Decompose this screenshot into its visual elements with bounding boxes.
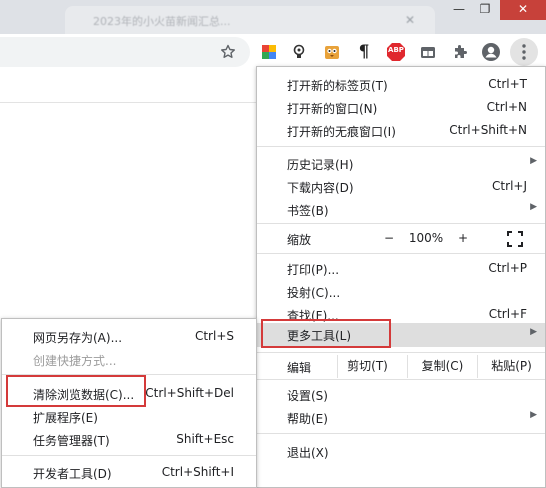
menu-item-shortcut: Ctrl+T [488, 77, 527, 91]
menu-separator [257, 253, 545, 254]
highlight-box-more-tools [261, 319, 391, 348]
menu-item-label: 打开新的无痕窗口(I) [287, 125, 396, 139]
menu-item-label: 网页另存为(A)... [33, 331, 123, 345]
fullscreen-icon[interactable] [507, 231, 523, 247]
title-bar: 2023年的小火苗新闻汇总... ✕ — ❐ ✕ [0, 0, 546, 34]
submenu-item-developer-tools[interactable]: 开发者工具(D) Ctrl+Shift+I [2, 461, 256, 484]
menu-item-print[interactable]: 打印(P)... Ctrl+P [257, 257, 545, 280]
menu-item-label: 任务管理器(T) [33, 434, 110, 448]
menu-item-label: 创建快捷方式... [33, 354, 117, 368]
menu-item-label: 历史记录(H) [287, 158, 354, 172]
translate-glyph: ¶ [358, 42, 370, 62]
menu-item-label: 帮助(E) [287, 412, 328, 426]
menu-separator [257, 433, 545, 434]
tab-title: 2023年的小火苗新闻汇总... [93, 15, 231, 28]
menu-item-help[interactable]: 帮助(E) ▶ [257, 406, 545, 429]
extension-owl-icon[interactable] [320, 40, 344, 64]
page-divider [0, 102, 258, 103]
menu-item-label: 打印(P)... [287, 263, 340, 277]
cut-button[interactable]: 剪切(T) [337, 355, 397, 378]
menu-item-label: 下载内容(D) [287, 181, 354, 195]
adblock-label: ABP [388, 46, 404, 54]
submenu-arrow-icon: ▶ [530, 202, 537, 212]
menu-item-label: 扩展程序(E) [33, 411, 98, 425]
menu-item-label: 设置(S) [287, 389, 328, 403]
submenu-arrow-icon: ▶ [530, 327, 537, 337]
chrome-main-menu: 打开新的标签页(T) Ctrl+T 打开新的窗口(N) Ctrl+N 打开新的无… [256, 66, 546, 488]
menu-item-shortcut: Ctrl+N [486, 100, 527, 114]
extensions-puzzle-icon[interactable] [448, 40, 472, 64]
close-window-button[interactable]: ✕ [500, 0, 546, 20]
browser-toolbar: ¶ ABP [0, 34, 546, 70]
menu-item-label: 打开新的窗口(N) [287, 102, 378, 116]
extension-translate-icon[interactable]: ¶ [352, 40, 376, 64]
profile-avatar-icon[interactable] [479, 40, 503, 64]
extension-colorful-icon[interactable] [257, 40, 281, 64]
zoom-level-value: 100% [408, 231, 444, 245]
menu-item-new-tab[interactable]: 打开新的标签页(T) Ctrl+T [257, 73, 545, 96]
extension-bulb-icon[interactable] [287, 40, 311, 64]
submenu-item-create-shortcut: 创建快捷方式... [2, 348, 256, 371]
menu-edit-row: 编辑 剪切(T) 复制(C) 粘贴(P) [257, 355, 545, 378]
copy-button[interactable]: 复制(C) [407, 355, 477, 378]
submenu-item-extensions[interactable]: 扩展程序(E) [2, 405, 256, 428]
browser-tab[interactable]: 2023年的小火苗新闻汇总... ✕ [65, 6, 435, 34]
edit-label: 编辑 [287, 361, 312, 375]
menu-item-new-incognito-window[interactable]: 打开新的无痕窗口(I) Ctrl+Shift+N [257, 119, 545, 142]
zoom-out-button[interactable]: − [383, 231, 395, 245]
menu-item-downloads[interactable]: 下载内容(D) Ctrl+J [257, 175, 545, 198]
bookmark-star-icon[interactable] [216, 40, 240, 64]
submenu-item-save-page-as[interactable]: 网页另存为(A)... Ctrl+S [2, 325, 256, 348]
submenu-item-task-manager[interactable]: 任务管理器(T) Shift+Esc [2, 428, 256, 451]
adblock-plus-icon[interactable]: ABP [384, 40, 408, 64]
menu-separator [257, 146, 545, 147]
menu-item-new-window[interactable]: 打开新的窗口(N) Ctrl+N [257, 96, 545, 119]
menu-item-shortcut: Ctrl+S [194, 329, 234, 343]
zoom-label: 缩放 [287, 233, 312, 247]
menu-item-shortcut: Ctrl+Shift+N [449, 123, 527, 137]
menu-kebab-icon[interactable] [510, 38, 538, 66]
menu-separator [2, 455, 256, 456]
menu-item-bookmarks[interactable]: 书签(B) ▶ [257, 198, 545, 221]
menu-item-settings[interactable]: 设置(S) [257, 383, 545, 406]
menu-separator [257, 223, 545, 224]
menu-item-history[interactable]: 历史记录(H) ▶ [257, 152, 545, 175]
menu-item-shortcut: Ctrl+J [492, 179, 527, 193]
zoom-in-button[interactable]: + [457, 231, 469, 245]
menu-zoom-row: 缩放 − 100% + [257, 227, 545, 250]
menu-item-shortcut: Shift+Esc [176, 432, 234, 446]
tab-close-icon[interactable]: ✕ [401, 11, 419, 29]
menu-item-label: 开发者工具(D) [33, 467, 112, 481]
menu-item-shortcut: Ctrl+Shift+Del [145, 386, 234, 400]
paste-button[interactable]: 粘贴(P) [477, 355, 545, 378]
menu-separator [257, 352, 545, 353]
maximize-button[interactable]: ❐ [470, 0, 500, 20]
menu-item-label: 打开新的标签页(T) [287, 79, 388, 93]
menu-item-shortcut: Ctrl+Shift+I [161, 465, 234, 479]
menu-item-label: 投射(C)... [287, 286, 341, 300]
menu-item-exit[interactable]: 退出(X) [257, 440, 545, 463]
menu-item-cast[interactable]: 投射(C)... [257, 280, 545, 303]
address-bar[interactable] [0, 37, 250, 67]
menu-item-shortcut: Ctrl+F [488, 307, 527, 321]
menu-item-shortcut: Ctrl+P [488, 261, 527, 275]
highlight-box-clear-browsing-data [6, 375, 146, 407]
extension-window-icon[interactable] [416, 40, 440, 64]
menu-item-label: 退出(X) [287, 446, 329, 460]
submenu-arrow-icon: ▶ [530, 410, 537, 420]
submenu-arrow-icon: ▶ [530, 156, 537, 166]
menu-item-label: 书签(B) [287, 204, 329, 218]
menu-separator [257, 379, 545, 380]
